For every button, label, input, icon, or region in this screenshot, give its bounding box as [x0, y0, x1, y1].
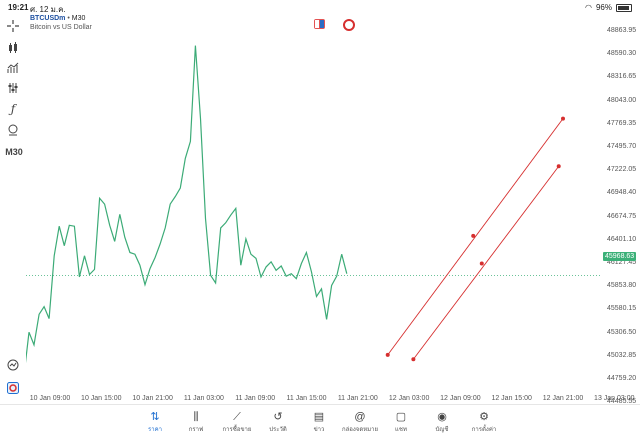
time-label: 11 Jan 09:00	[235, 395, 276, 402]
channel-line-2[interactable]	[413, 165, 560, 360]
status-time: 19:21	[8, 3, 29, 12]
status-bar: 19:21 ศ. 12 ม.ค. ◠ 96%	[0, 0, 640, 14]
app-logo-icon[interactable]	[5, 380, 21, 396]
nav-label: การซื้อขาย	[222, 427, 252, 433]
function-icon[interactable]: ƒ	[5, 101, 21, 117]
price-label: 48863.95	[607, 27, 637, 34]
nav-item-news[interactable]: ▤ ข่าว	[299, 410, 339, 434]
news-icon: ▤	[313, 411, 325, 423]
nav-item-history[interactable]: ↺ ประวัติ	[258, 410, 298, 434]
price-label: 48590.30	[607, 50, 637, 58]
channel-handle[interactable]	[411, 357, 416, 362]
price-label: 45580.15	[607, 305, 637, 313]
crosshair-icon[interactable]	[5, 18, 21, 34]
time-label: 10 Jan 21:00	[132, 395, 173, 402]
time-label: 10 Jan 09:00	[29, 395, 71, 402]
nav-item-account[interactable]: ◉ บัญชี	[422, 410, 462, 434]
price-label: 45853.80	[607, 282, 637, 290]
bottom-navigation: ⇅ ราคา ⫼ กราฟ ⟋ การซื้อขาย ↺ ประวัติ ▤ ข่าว @ กล่อง…	[0, 404, 640, 448]
time-label: 12 Jan 21:00	[542, 395, 584, 402]
mailbox-icon: @	[354, 411, 366, 423]
timeframe-button[interactable]: M30	[5, 144, 23, 160]
history-icon: ↺	[273, 411, 283, 423]
channel-handle[interactable]	[385, 352, 390, 357]
price-label: 44759.20	[607, 375, 637, 382]
time-label: 13 Jan 03:00	[594, 395, 635, 402]
price-label: 47769.35	[607, 119, 637, 127]
time-label: 10 Jan 15:00	[81, 395, 122, 402]
time-label: 11 Jan 03:00	[183, 395, 224, 402]
price-label: 46674.75	[607, 212, 637, 220]
price-label: 46948.40	[607, 189, 637, 197]
nav-item-trade[interactable]: ⟋ การซื้อขาย	[217, 410, 257, 434]
chart-icon: ⫼	[193, 411, 199, 423]
price-label: 47222.05	[607, 166, 637, 174]
nav-item-chat[interactable]: ▢ แชท	[381, 410, 421, 434]
price-chart[interactable]	[26, 14, 601, 404]
channel-line-1[interactable]	[387, 118, 564, 356]
time-label: 12 Jan 15:00	[491, 395, 532, 402]
nav-label: แชท	[395, 427, 407, 433]
nav-label: กล่องจดหมาย	[341, 427, 379, 433]
nav-label: ข่าว	[313, 427, 325, 433]
nav-label: การตั้งค่า	[471, 427, 497, 433]
battery-icon	[616, 3, 632, 12]
price-label: 48316.65	[607, 73, 637, 81]
current-price-tag: 45968.63	[603, 252, 637, 261]
nav-item-chart[interactable]: ⫼ กราฟ	[176, 410, 216, 434]
price-label: 48043.00	[607, 96, 637, 104]
nav-item-quotes[interactable]: ⇅ ราคา	[135, 410, 175, 434]
price-label: 45306.50	[607, 328, 637, 336]
left-toolbar: ƒ M30	[0, 14, 26, 404]
price-axis: 48863.95 48590.30 48316.65 48043.00 47769.35…	[604, 14, 640, 405]
time-label: 12 Jan 03:00	[388, 395, 430, 402]
time-label: 11 Jan 21:00	[337, 395, 378, 402]
status-right: ◠ 96%	[585, 3, 632, 12]
chat-icon: ▢	[395, 411, 407, 423]
time-label: 11 Jan 15:00	[286, 395, 327, 402]
price-label: 46401.10	[607, 235, 637, 243]
price-label: 47495.70	[607, 143, 637, 150]
nav-label: บัญชี	[435, 427, 449, 433]
channel-handle[interactable]	[471, 233, 476, 238]
zoom-icon[interactable]	[5, 357, 21, 373]
settings-icon[interactable]	[5, 80, 21, 96]
nav-label: ประวัติ	[269, 427, 287, 433]
nav-label: ราคา	[148, 427, 162, 433]
channel-handle[interactable]	[479, 261, 484, 266]
objects-icon[interactable]	[5, 122, 21, 138]
price-label: 45032.85	[607, 351, 637, 359]
battery-level: 96%	[595, 3, 612, 12]
quotes-icon: ⇅	[150, 411, 160, 423]
indicators-icon[interactable]	[5, 60, 21, 76]
wifi-icon: ◠	[585, 3, 592, 12]
price-series-line	[26, 45, 348, 364]
candles-icon[interactable]	[5, 40, 21, 56]
channel-handle[interactable]	[561, 116, 565, 121]
channel-handle[interactable]	[556, 164, 561, 169]
time-label: 12 Jan 09:00	[440, 395, 481, 402]
nav-label: กราฟ	[188, 427, 204, 433]
trade-icon: ⟋	[233, 411, 241, 423]
nav-item-mailbox[interactable]: @ กล่องจดหมาย	[340, 410, 380, 434]
account-icon: ◉	[437, 411, 447, 423]
nav-item-settings-gear[interactable]: ⚙ การตั้งค่า	[464, 410, 504, 434]
settings-gear-icon: ⚙	[479, 411, 489, 423]
